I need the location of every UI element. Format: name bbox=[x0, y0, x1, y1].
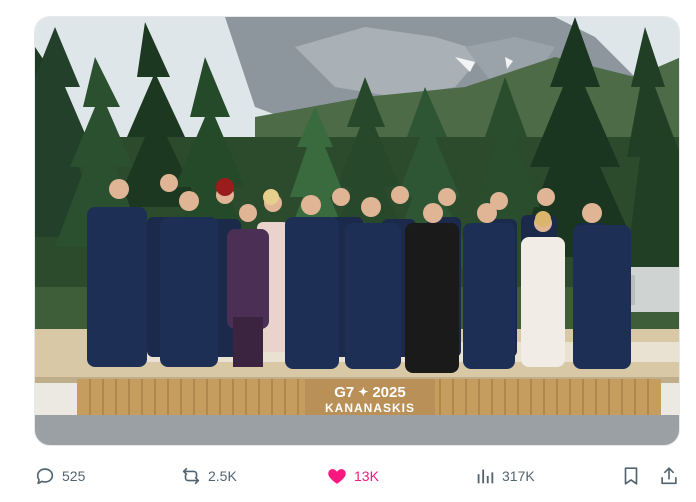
maple-leaf-icon: ✦ bbox=[358, 385, 369, 399]
share-icon bbox=[658, 465, 680, 487]
post-action-bar: 525 2.5K 13K 317K bbox=[34, 458, 680, 494]
views-icon bbox=[474, 465, 496, 487]
post-photo[interactable]: G7 ✦ 2025 KANANASKIS bbox=[34, 16, 680, 446]
reply-count: 525 bbox=[62, 468, 86, 484]
like-count: 13K bbox=[354, 468, 379, 484]
g7-sign: G7 ✦ 2025 KANANASKIS bbox=[305, 381, 435, 417]
reply-icon bbox=[34, 465, 56, 487]
reply-button[interactable]: 525 bbox=[34, 460, 85, 492]
share-button[interactable] bbox=[658, 460, 680, 492]
repost-button[interactable]: 2.5K bbox=[180, 460, 237, 492]
views-button[interactable]: 317K bbox=[474, 460, 535, 492]
sign-location-text: KANANASKIS bbox=[324, 400, 415, 415]
views-count: 317K bbox=[502, 468, 535, 484]
sign-year-text: 2025 bbox=[372, 383, 406, 401]
post-container: G7 ✦ 2025 KANANASKIS 525 2.5K 13K 317K bbox=[0, 0, 696, 502]
like-button[interactable]: 13K bbox=[326, 460, 379, 492]
bookmark-button[interactable] bbox=[620, 460, 642, 492]
bookmark-icon bbox=[620, 465, 642, 487]
heart-icon bbox=[326, 465, 348, 487]
repost-count: 2.5K bbox=[208, 468, 237, 484]
repost-icon bbox=[180, 465, 202, 487]
sign-g7-text: G7 bbox=[334, 383, 355, 401]
